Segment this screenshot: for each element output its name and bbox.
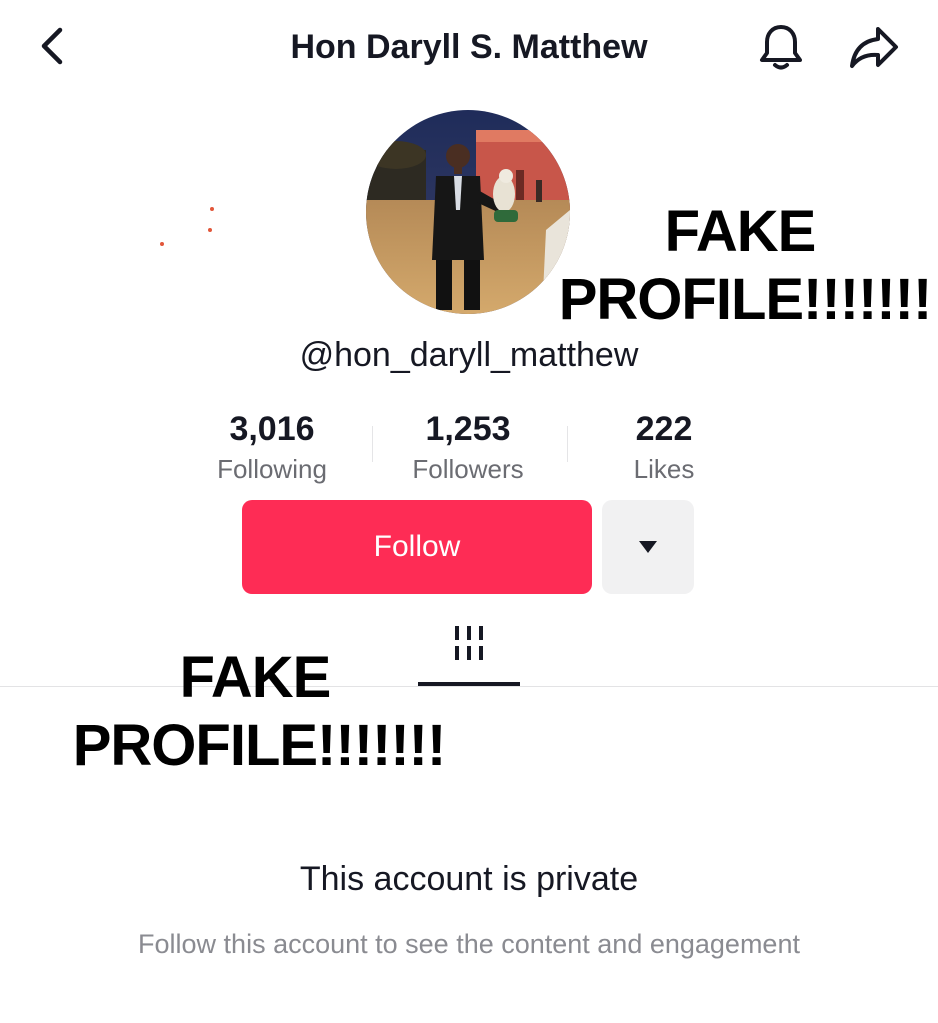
caret-down-icon bbox=[639, 541, 657, 553]
grid-icon bbox=[455, 626, 483, 660]
stat-divider bbox=[372, 426, 373, 462]
fake-warning-text: PROFILE!!!!!!! bbox=[558, 267, 933, 332]
follow-button[interactable]: Follow bbox=[242, 500, 592, 594]
stat-label: Following bbox=[217, 454, 327, 484]
divider bbox=[0, 686, 938, 687]
stat-label: Followers bbox=[412, 454, 524, 484]
stat-followers[interactable]: 1,253 Followers bbox=[378, 406, 558, 496]
stat-value: 3,016 bbox=[229, 410, 315, 448]
decorative-dot bbox=[208, 228, 212, 232]
back-button[interactable] bbox=[30, 24, 74, 68]
decorative-dot bbox=[210, 207, 214, 211]
tab-videos[interactable] bbox=[416, 616, 522, 688]
stat-following[interactable]: 3,016 Following bbox=[182, 406, 362, 496]
notification-button[interactable] bbox=[754, 20, 808, 74]
chevron-left-icon bbox=[41, 27, 63, 65]
share-arrow-icon bbox=[850, 27, 898, 68]
fake-warning-text: PROFILE!!!!!!! bbox=[72, 713, 447, 778]
private-account-title: This account is private bbox=[299, 860, 639, 898]
fake-warning-text: FAKE bbox=[664, 199, 817, 264]
stat-label: Likes bbox=[633, 454, 695, 484]
stat-value: 222 bbox=[635, 410, 693, 448]
suggested-accounts-button[interactable] bbox=[602, 500, 694, 594]
bell-icon bbox=[760, 25, 802, 70]
stat-value: 1,253 bbox=[425, 410, 511, 448]
private-account-description: Follow this account to see the content a… bbox=[138, 929, 800, 959]
username: @hon_daryll_matthew bbox=[299, 336, 639, 374]
decorative-dot bbox=[160, 242, 164, 246]
share-button[interactable] bbox=[844, 20, 904, 74]
stat-likes[interactable]: 222 Likes bbox=[574, 406, 754, 496]
fake-warning-text: FAKE bbox=[179, 645, 332, 710]
stat-divider bbox=[567, 426, 568, 462]
page-title: Hon Daryll S. Matthew bbox=[290, 28, 648, 66]
